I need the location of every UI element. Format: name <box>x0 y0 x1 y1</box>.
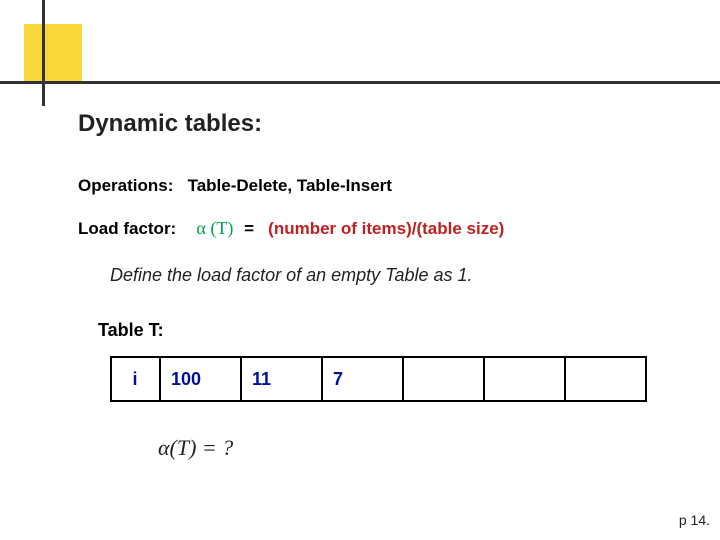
slide-title: Dynamic tables: <box>78 110 262 138</box>
table-label: Table T: <box>98 320 164 341</box>
load-factor-desc: (number of items)/(table size) <box>268 219 504 238</box>
table-row: i 100 11 7 <box>111 357 646 401</box>
table-cell <box>565 357 646 401</box>
operations-value: Table-Delete, Table-Insert <box>188 176 392 195</box>
table-cell <box>484 357 565 401</box>
table-cell: 7 <box>322 357 403 401</box>
load-factor-definition: Define the load factor of an empty Table… <box>110 265 473 286</box>
operations-line: Operations: Table-Delete, Table-Insert <box>78 176 392 196</box>
operations-label: Operations: <box>78 176 173 195</box>
load-factor-label: Load factor: <box>78 219 176 238</box>
load-factor-line: Load factor: α (T) = (number of items)/(… <box>78 218 504 239</box>
table-cell: 11 <box>241 357 322 401</box>
table-cell: 100 <box>160 357 241 401</box>
logo-square <box>24 24 82 82</box>
load-factor-symbol: α (T) <box>196 218 233 238</box>
alpha-question: α(T) = ? <box>158 435 233 461</box>
dynamic-table: i 100 11 7 <box>110 356 647 402</box>
load-factor-equals: = <box>244 219 254 238</box>
logo-horizontal-line <box>0 81 720 84</box>
table-cell <box>403 357 484 401</box>
slide-logo <box>24 24 82 82</box>
logo-vertical-line <box>42 0 45 106</box>
page-number: p 14. <box>679 512 710 528</box>
table-header-cell: i <box>111 357 160 401</box>
